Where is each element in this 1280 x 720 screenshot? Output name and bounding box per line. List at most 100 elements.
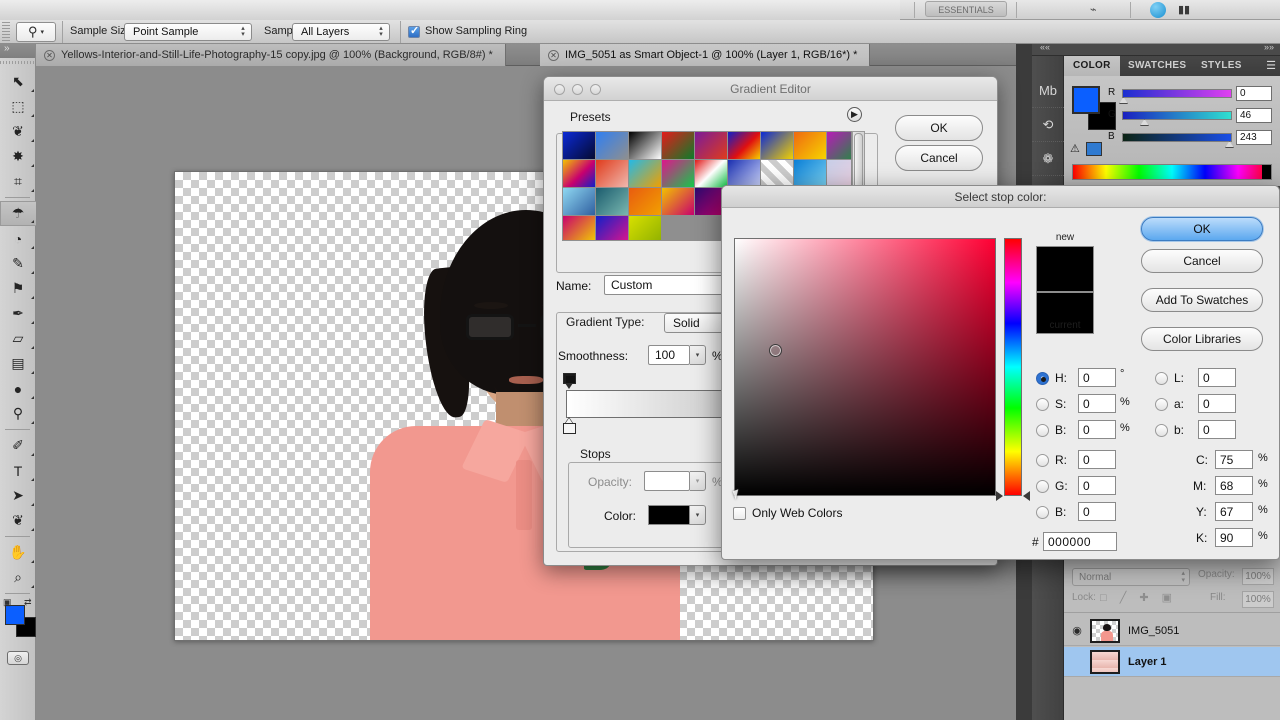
- color-panel-foreground-swatch[interactable]: [1072, 86, 1100, 114]
- channel-thumb-g[interactable]: [1140, 119, 1149, 126]
- options-bar-gripper[interactable]: [2, 22, 10, 42]
- input-h[interactable]: 0: [1078, 368, 1116, 387]
- dodge-tool[interactable]: ⚲: [0, 401, 36, 426]
- history-brush-tool[interactable]: ✒: [0, 301, 36, 326]
- table-row[interactable]: Layer 1: [1064, 647, 1280, 677]
- sample-select[interactable]: All Layers ▴ ▾: [292, 23, 390, 41]
- document-tab-1[interactable]: ✕ Yellows-Interior-and-Still-Life-Photog…: [36, 44, 506, 66]
- tool-flyout-icon[interactable]: [31, 246, 34, 249]
- tab-color[interactable]: COLOR: [1064, 56, 1120, 76]
- only-web-colors-checkbox[interactable]: [733, 507, 746, 520]
- table-row[interactable]: ◉ IMG_5051: [1064, 616, 1280, 646]
- radio-b-rgb[interactable]: [1036, 506, 1049, 519]
- stop-opacity-stepper[interactable]: ▾: [690, 471, 706, 491]
- eyedropper-tool[interactable]: ☂: [0, 201, 36, 226]
- tool-flyout-icon[interactable]: [31, 396, 34, 399]
- add-to-swatches-button[interactable]: Add To Swatches: [1141, 288, 1263, 312]
- input-k[interactable]: 90: [1215, 528, 1253, 547]
- tool-flyout-icon[interactable]: [31, 189, 34, 192]
- tool-flyout-icon[interactable]: [31, 321, 34, 324]
- radio-b-lab[interactable]: [1155, 424, 1168, 437]
- gradient-preset-18[interactable]: [827, 160, 851, 187]
- gradient-editor-titlebar[interactable]: Gradient Editor: [544, 77, 997, 101]
- gradient-editor-cancel-button[interactable]: Cancel: [895, 145, 983, 171]
- gradient-preset-1[interactable]: [563, 132, 595, 159]
- color-spectrum-ramp[interactable]: [1072, 164, 1272, 180]
- tool-flyout-icon[interactable]: [31, 478, 34, 481]
- tool-flyout-icon[interactable]: [31, 164, 34, 167]
- lasso-tool[interactable]: ❦: [0, 119, 36, 144]
- tool-flyout-icon[interactable]: [31, 503, 34, 506]
- color-picker-cancel-button[interactable]: Cancel: [1141, 249, 1263, 273]
- input-b-lab[interactable]: 0: [1198, 420, 1236, 439]
- current-tool-well[interactable]: ⚲ ▾: [16, 22, 56, 42]
- fill-value[interactable]: 100%: [1242, 591, 1274, 608]
- gradient-tool[interactable]: ▤: [0, 351, 36, 376]
- default-colors-icon[interactable]: ▣: [3, 597, 12, 608]
- stop-opacity-input[interactable]: [644, 471, 690, 491]
- zoom-button[interactable]: [590, 84, 601, 95]
- gradient-preset-22[interactable]: [662, 188, 694, 215]
- gradient-editor-ok-button[interactable]: OK: [895, 115, 983, 141]
- quick-selection-tool[interactable]: ✸: [0, 144, 36, 169]
- input-l[interactable]: 0: [1198, 368, 1236, 387]
- crop-tool[interactable]: ⌗: [0, 169, 36, 194]
- search-icon[interactable]: ⌁: [1090, 3, 1097, 16]
- channel-thumb-b[interactable]: [1225, 141, 1234, 148]
- presets-scrollbar-thumb[interactable]: [854, 133, 863, 189]
- path-selection-tool[interactable]: ➤: [0, 483, 36, 508]
- channel-value-b[interactable]: 243: [1236, 130, 1272, 145]
- gradient-preset-13[interactable]: [662, 160, 694, 187]
- input-r[interactable]: 0: [1078, 450, 1116, 469]
- tool-flyout-icon[interactable]: [31, 346, 34, 349]
- chevron-down-icon[interactable]: ▾: [41, 28, 45, 36]
- smoothness-input[interactable]: 100: [648, 345, 690, 365]
- minimize-button[interactable]: [572, 84, 583, 95]
- gamut-warning-icon[interactable]: ⚠: [1070, 142, 1080, 155]
- blend-mode-select[interactable]: Normal ▴ ▾: [1072, 568, 1190, 586]
- eraser-tool[interactable]: ▱: [0, 326, 36, 351]
- swap-colors-icon[interactable]: ⇄: [24, 597, 32, 608]
- gradient-preset-30[interactable]: [629, 216, 661, 240]
- preset-menu-icon[interactable]: ▶: [847, 107, 862, 122]
- radio-l[interactable]: [1155, 372, 1168, 385]
- color-picker-titlebar[interactable]: Select stop color:: [722, 186, 1279, 208]
- gradient-preset-4[interactable]: [662, 132, 694, 159]
- channel-track-g[interactable]: [1122, 111, 1232, 120]
- panel-menu-icon[interactable]: ☰: [1266, 59, 1276, 72]
- tool-flyout-icon[interactable]: [31, 89, 34, 92]
- channel-value-r[interactable]: 0: [1236, 86, 1272, 101]
- color-picker-ok-button[interactable]: OK: [1141, 217, 1263, 241]
- radio-brightness[interactable]: [1036, 424, 1049, 437]
- gradient-preset-19[interactable]: [563, 188, 595, 215]
- input-c[interactable]: 75: [1215, 450, 1253, 469]
- channel-value-g[interactable]: 46: [1236, 108, 1272, 123]
- dock-collapse-bar[interactable]: [1032, 42, 1280, 56]
- input-g[interactable]: 0: [1078, 476, 1116, 495]
- stop-color-swatch[interactable]: [648, 505, 690, 525]
- input-a[interactable]: 0: [1198, 394, 1236, 413]
- tab-swatches[interactable]: SWATCHES: [1119, 56, 1195, 76]
- color-libraries-button[interactable]: Color Libraries: [1141, 327, 1263, 351]
- tool-flyout-icon[interactable]: [31, 453, 34, 456]
- gradient-preset-12[interactable]: [629, 160, 661, 187]
- sample-size-select[interactable]: Point Sample ▴ ▾: [124, 23, 252, 41]
- move-tool[interactable]: ⬉: [0, 69, 36, 94]
- gradient-opacity-stop-start[interactable]: [563, 418, 576, 435]
- marquee-tool[interactable]: ⬚: [0, 94, 36, 119]
- tool-flyout-icon[interactable]: [31, 371, 34, 374]
- show-sampling-ring-checkbox[interactable]: [408, 24, 420, 38]
- channel-track-r[interactable]: [1122, 89, 1232, 98]
- stop-color-stepper[interactable]: ▾: [690, 505, 706, 525]
- pen-tool[interactable]: ✐: [0, 433, 36, 458]
- clone-stamp-tool[interactable]: ⚑: [0, 276, 36, 301]
- gradient-color-stop-start[interactable]: [563, 373, 576, 390]
- radio-s[interactable]: [1036, 398, 1049, 411]
- tool-flyout-icon[interactable]: [31, 421, 34, 424]
- adjustments-icon[interactable]: ❁: [1032, 142, 1064, 176]
- hex-input[interactable]: 000000: [1043, 532, 1117, 551]
- gradient-preset-2[interactable]: [596, 132, 628, 159]
- input-m[interactable]: 68: [1215, 476, 1253, 495]
- saturation-brightness-field[interactable]: [734, 238, 996, 496]
- gradient-preset-3[interactable]: [629, 132, 661, 159]
